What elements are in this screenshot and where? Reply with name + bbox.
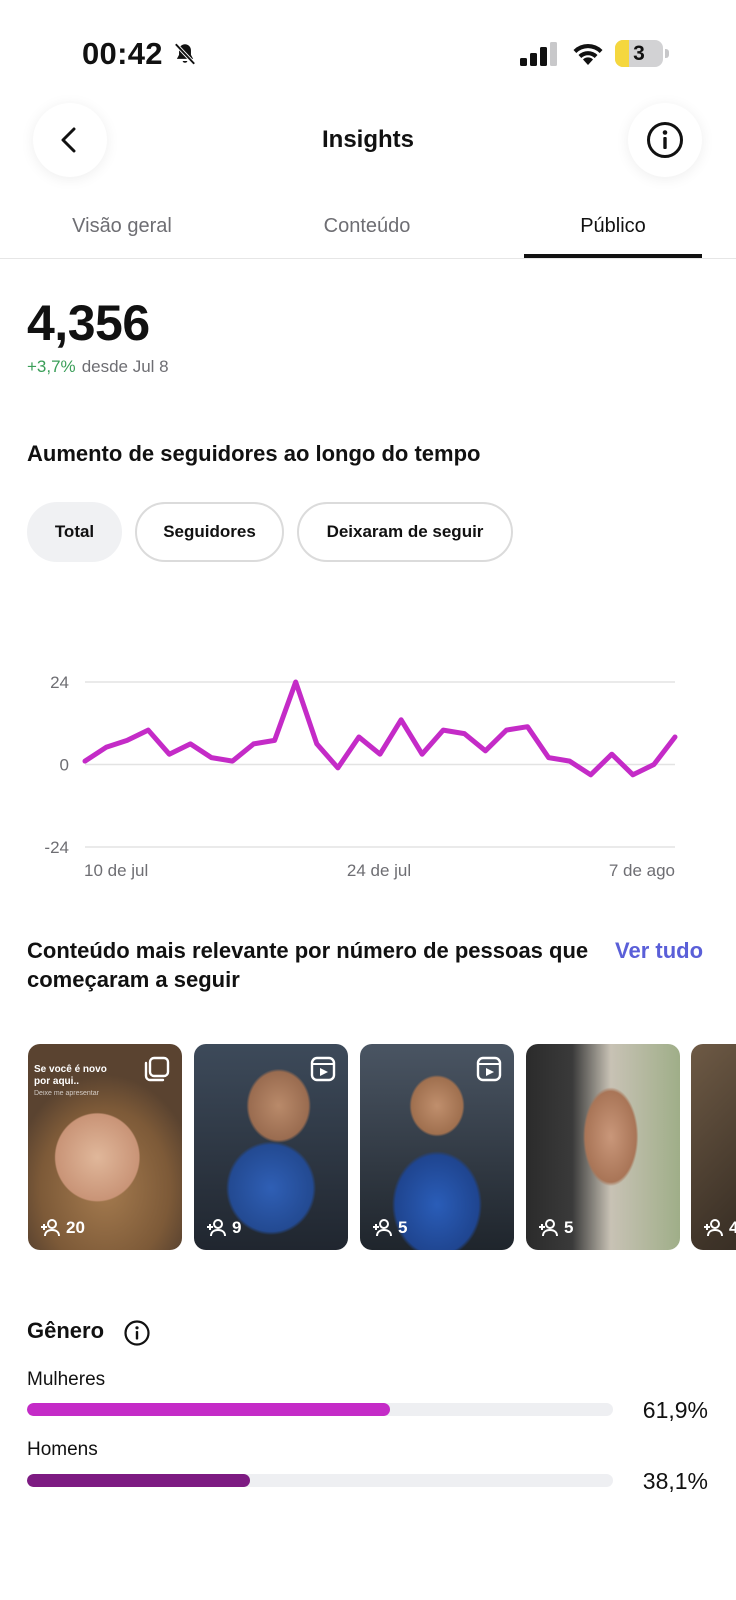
gender-bar-men [27,1474,613,1487]
followers-growth: +3,7% desde Jul 8 [27,357,169,377]
gender-label-men: Homens [27,1439,98,1460]
chart-x-ticks: 10 de jul 24 de jul 7 de ago [84,861,675,880]
gender-bar-fill [27,1403,390,1416]
y-tick-label: 24 [50,673,69,692]
tab-bar: Visão geral Conteúdo Público [0,195,736,259]
active-tab-indicator [524,254,702,258]
new-followers-badge: 4 [703,1218,736,1238]
carousel-icon [144,1056,170,1082]
filter-total[interactable]: Total [27,502,122,562]
content-item[interactable]: Se você é novo por aqui.. Deixe me apres… [28,1044,182,1250]
followers-growth-chart: 24 0 -24 10 de jul 24 de jul 7 de ago [44,673,678,880]
content-item[interactable]: 5 [360,1044,514,1250]
add-user-icon [539,1219,558,1237]
wifi-icon [573,43,603,65]
content-item[interactable]: 4 [691,1044,736,1250]
battery-tip [665,49,669,58]
info-button[interactable] [628,103,702,177]
x-tick-label: 7 de ago [609,861,675,880]
growth-section-title: Aumento de seguidores ao longo do tempo [27,441,481,466]
caption-subtext: Deixe me apresentar [34,1090,99,1097]
battery-level: 3 [633,42,645,65]
status-time: 00:42 [82,36,163,71]
y-tick-label: -24 [44,838,69,857]
content-item[interactable]: 5 [526,1044,680,1250]
filter-unfollowed[interactable]: Deixaram de seguir [297,502,513,562]
tab-audience[interactable]: Público [523,215,703,238]
new-followers-badge: 5 [372,1218,407,1238]
content-item[interactable]: 9 [194,1044,348,1250]
new-followers-count: 4 [729,1218,736,1237]
tab-content[interactable]: Conteúdo [277,215,457,238]
battery-icon: 3 [615,40,669,67]
chart-grid [85,681,675,848]
content-section-title: Conteúdo mais relevante por número de pe… [27,938,589,992]
add-user-icon [207,1219,226,1237]
info-circle-icon [647,122,683,158]
gender-bar-fill [27,1474,251,1487]
reels-icon [310,1056,336,1082]
add-user-icon [373,1219,392,1237]
new-followers-count: 9 [232,1218,242,1237]
battery-body: 3 [615,40,663,67]
top-content-carousel: Se você é novo por aqui.. Deixe me apres… [0,1044,736,1250]
x-tick-label: 10 de jul [84,861,148,880]
x-tick-label: 24 de jul [347,861,411,880]
post-caption: Se você é novo por aqui.. Deixe me apres… [34,1064,114,1100]
new-followers-count: 5 [398,1218,408,1237]
growth-percent: +3,7% [27,357,76,376]
add-user-icon [704,1219,723,1237]
filter-followers[interactable]: Seguidores [135,502,284,562]
new-followers-badge: 9 [206,1218,241,1238]
gender-title: Gênero [27,1318,105,1343]
new-followers-badge: 20 [40,1218,85,1238]
gender-percent-women: 61,9% [642,1397,708,1423]
page-title: Insights [321,126,414,153]
gender-bar-women [27,1403,613,1416]
signal-icon [520,42,557,66]
bell-slash-icon [174,42,196,66]
gender-percent-men: 38,1% [642,1468,708,1494]
followers-total: 4,356 [27,295,150,351]
new-followers-badge: 5 [538,1218,573,1238]
info-circle-icon[interactable] [123,1319,151,1347]
y-tick-label: 0 [60,756,69,775]
chart-series [82,679,678,778]
caption-line: Se você é novo [34,1064,107,1075]
reels-icon [476,1056,502,1082]
new-followers-count: 5 [564,1218,574,1237]
tab-overview[interactable]: Visão geral [32,215,212,238]
chart-y-ticks: 24 0 -24 [44,673,69,857]
chart-series-line [82,679,678,778]
gender-label-women: Mulheres [27,1369,106,1390]
see-all-link[interactable]: Ver tudo [615,936,705,965]
new-followers-count: 20 [66,1218,85,1237]
caption-line: por aqui.. [34,1076,79,1087]
growth-since: desde Jul 8 [81,357,169,376]
status-bar: 00:42 3 [0,0,736,96]
add-user-icon [41,1219,60,1237]
